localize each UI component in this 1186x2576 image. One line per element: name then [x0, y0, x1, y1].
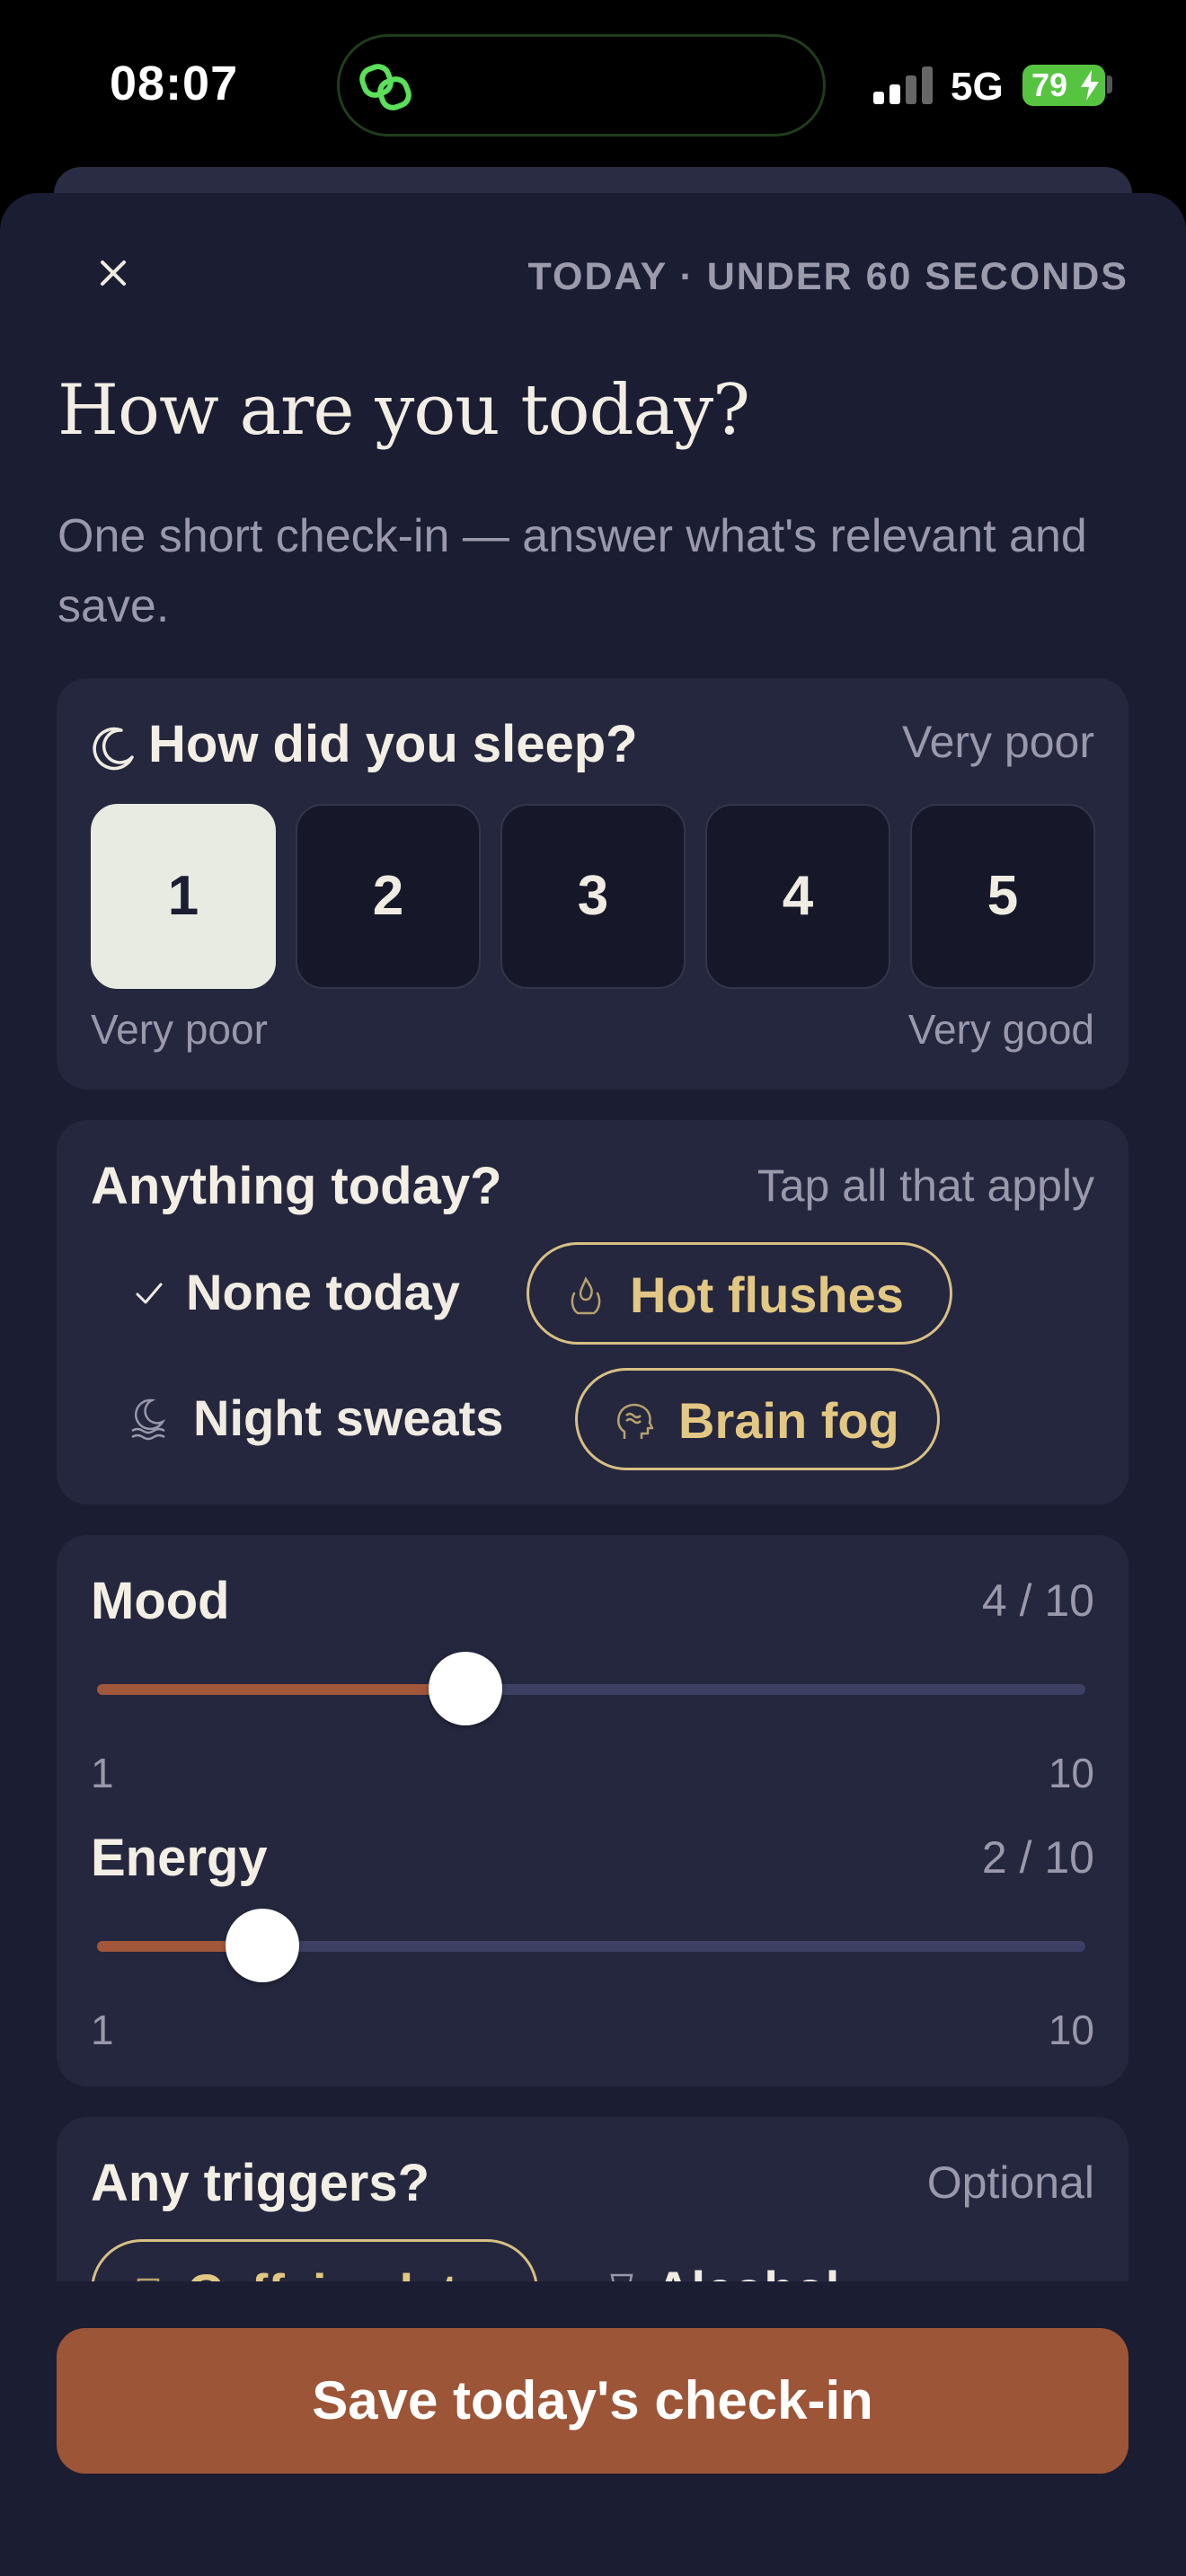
- sleep-min-label: Very poor: [91, 1006, 268, 1053]
- mood-energy-card: Mood 4 / 10 1 10 Energy 2 / 10 1 10: [57, 1535, 1128, 2086]
- mood-slider-fill: [97, 1684, 466, 1695]
- head-fog-icon: [617, 1403, 654, 1439]
- status-time: 08:07: [110, 57, 239, 110]
- moon-icon: [93, 727, 134, 771]
- sleep-title: How did you sleep?: [148, 715, 638, 773]
- dynamic-island: [337, 34, 826, 137]
- close-icon[interactable]: [93, 253, 133, 293]
- link-icon: [359, 64, 412, 110]
- chip-brain-fog[interactable]: Brain fog: [575, 1368, 940, 1470]
- chip-hot-flushes[interactable]: Hot flushes: [527, 1242, 952, 1345]
- mood-min-label: 1: [91, 1750, 114, 1796]
- symptoms-title: Anything today?: [91, 1157, 502, 1215]
- energy-label: Energy: [91, 1829, 268, 1887]
- mood-label: Mood: [91, 1572, 230, 1630]
- symptoms-card: Anything today? Tap all that apply None …: [57, 1120, 1128, 1504]
- moon-wave-icon: [131, 1398, 166, 1441]
- energy-slider-thumb[interactable]: [226, 1909, 300, 1982]
- chip-label: Hot flushes: [630, 1266, 904, 1323]
- battery-cap: [1107, 75, 1112, 93]
- chip-label: Night sweats: [193, 1389, 504, 1446]
- chip-none-today[interactable]: None today: [91, 1242, 531, 1345]
- page-subtitle: One short check-in — answer what's relev…: [58, 510, 1087, 632]
- page-title: How are you today?: [58, 370, 750, 451]
- chip-night-sweats[interactable]: Night sweats: [91, 1368, 567, 1470]
- status-bar: 08:07 5G 79: [0, 0, 1186, 171]
- chip-label: Brain fog: [678, 1392, 899, 1449]
- sleep-max-label: Very good: [907, 1006, 1094, 1053]
- energy-slider[interactable]: [97, 1909, 1085, 1982]
- mood-value: 4 / 10: [981, 1575, 1094, 1626]
- sleep-card: How did you sleep? Very poor 1 2 3 4 5 V…: [57, 678, 1128, 1090]
- flame-hands-icon: [571, 1276, 601, 1315]
- network-type: 5G: [951, 65, 1004, 109]
- sleep-rating-2[interactable]: 2: [296, 804, 481, 989]
- triggers-title: Any triggers?: [91, 2154, 430, 2212]
- charging-bolt-icon: [1081, 70, 1099, 101]
- sleep-rating-1[interactable]: 1: [91, 804, 276, 989]
- battery-level: 79: [1031, 66, 1068, 103]
- symptoms-hint: Tap all that apply: [757, 1160, 1094, 1211]
- battery-indicator: 79: [1022, 65, 1105, 106]
- save-checkin-button[interactable]: Save today's check-in: [57, 2328, 1128, 2474]
- energy-max-label: 10: [1048, 2007, 1094, 2053]
- triggers-hint: Optional: [926, 2157, 1094, 2208]
- sleep-rating-5[interactable]: 5: [910, 804, 1095, 989]
- mood-max-label: 10: [1048, 1750, 1094, 1796]
- chip-label: None today: [186, 1264, 460, 1320]
- eyebrow-label: TODAY · UNDER 60 SECONDS: [527, 255, 1128, 298]
- signal-icon: [873, 66, 933, 104]
- sleep-rating-3[interactable]: 3: [500, 804, 686, 989]
- sleep-rating-4[interactable]: 4: [705, 804, 890, 989]
- sleep-selected-label: Very poor: [901, 717, 1094, 767]
- energy-min-label: 1: [91, 2007, 114, 2053]
- mood-slider[interactable]: [97, 1652, 1085, 1725]
- energy-value: 2 / 10: [981, 1832, 1094, 1883]
- mood-slider-thumb[interactable]: [429, 1652, 503, 1725]
- check-icon: [136, 1283, 163, 1304]
